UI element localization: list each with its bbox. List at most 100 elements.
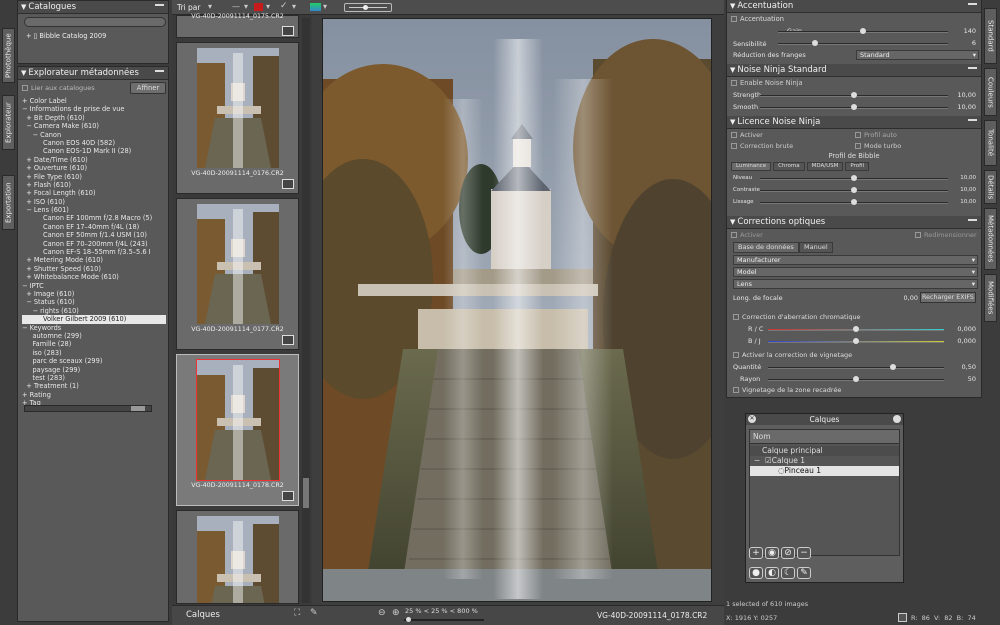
panel-pin-icon[interactable] bbox=[155, 4, 164, 10]
tab-explorateur[interactable]: Explorateur bbox=[2, 95, 15, 150]
noise-standard-header[interactable]: ▼ Noise Ninja Standard bbox=[727, 64, 981, 77]
tab-details[interactable]: Détails bbox=[984, 170, 997, 204]
ca-check[interactable]: Correction d'aberration chromatique bbox=[733, 313, 861, 321]
tree-item[interactable]: − Status (610) bbox=[22, 298, 166, 306]
bj-slider[interactable] bbox=[768, 338, 944, 344]
thumbnail-card[interactable]: VG-40D-20091114_0175.CR2 bbox=[176, 13, 299, 38]
catalogue-search-input[interactable] bbox=[24, 17, 166, 27]
slider-knob[interactable] bbox=[851, 175, 857, 181]
dropdown-icon[interactable]: ▾ bbox=[244, 2, 248, 11]
rgb-icon[interactable] bbox=[310, 3, 321, 11]
tree-item[interactable]: Volker Gilbert 2009 (610) bbox=[22, 315, 166, 324]
zoom-slider[interactable] bbox=[404, 617, 484, 622]
thumbnail-card[interactable]: VG-40D-20091114_0177.CR2 bbox=[176, 198, 299, 350]
scrollbar-thumb[interactable] bbox=[131, 406, 145, 411]
slider-knob[interactable] bbox=[853, 326, 859, 332]
slider-knob[interactable] bbox=[363, 5, 368, 10]
pen-icon[interactable]: ✎ bbox=[310, 608, 318, 618]
sort-label[interactable]: Tri par bbox=[177, 3, 200, 12]
rc-slider[interactable] bbox=[768, 326, 944, 332]
noise-row-slider[interactable] bbox=[760, 187, 948, 193]
tree-item[interactable]: − Canon bbox=[22, 131, 166, 139]
panel-pin-icon[interactable] bbox=[968, 3, 977, 9]
dropdown-icon[interactable]: ▾ bbox=[323, 2, 327, 11]
brush-tool-icon[interactable]: ✎ bbox=[797, 567, 811, 579]
tree-item[interactable]: − rights (610) bbox=[22, 307, 166, 315]
panel-pin-icon[interactable] bbox=[968, 119, 977, 125]
thumb-image[interactable] bbox=[197, 204, 279, 324]
tree-item[interactable]: Famille (28) bbox=[22, 340, 166, 348]
layers-title[interactable]: Calques bbox=[746, 414, 903, 425]
check-icon[interactable]: ✓ bbox=[280, 1, 288, 11]
tree-item[interactable]: + Bit Depth (610) bbox=[22, 114, 166, 122]
tab-metadonnees[interactable]: Métadonnées bbox=[984, 208, 997, 270]
fill-tool-icon[interactable]: ◐ bbox=[765, 567, 779, 579]
tree-item[interactable]: Canon EF 50mm f/1.4 USM (10) bbox=[22, 231, 166, 239]
main-photo[interactable] bbox=[322, 18, 712, 602]
tab-standard[interactable]: Standard bbox=[984, 8, 997, 64]
tree-item[interactable]: + Rating bbox=[22, 391, 166, 399]
sensitivity-slider[interactable] bbox=[778, 40, 948, 46]
panel-pin-icon[interactable] bbox=[155, 70, 164, 76]
tree-item[interactable]: paysage (299) bbox=[22, 366, 166, 374]
layers-tab[interactable]: Calques bbox=[186, 610, 220, 620]
panel-pin-icon[interactable] bbox=[968, 67, 977, 73]
thumb-image[interactable] bbox=[197, 48, 279, 168]
quantity-slider[interactable] bbox=[768, 364, 944, 370]
fit-icon[interactable]: ⛶ bbox=[294, 608, 300, 618]
tree-item[interactable]: Canon EOS 40D (582) bbox=[22, 139, 166, 147]
tab-exportation[interactable]: Exportation bbox=[2, 175, 15, 230]
tree-item[interactable]: + Image (610) bbox=[22, 290, 166, 298]
layer-brush[interactable]: ◌Pinceau 1 bbox=[750, 466, 899, 476]
duplicate-layer-icon[interactable]: ⊘ bbox=[781, 547, 795, 559]
raw-correction[interactable]: Correction brute bbox=[731, 142, 793, 150]
tree-item[interactable]: + Flash (610) bbox=[22, 181, 166, 189]
noise-tab[interactable]: Profil bbox=[845, 162, 870, 171]
collapse-icon[interactable]: ▼ bbox=[730, 2, 735, 10]
tree-item[interactable]: − Camera Make (610) bbox=[22, 122, 166, 130]
noise-enable[interactable]: Enable Noise Ninja bbox=[731, 79, 803, 87]
tree-item[interactable]: + Color Label bbox=[22, 97, 166, 105]
slider-knob[interactable] bbox=[853, 338, 859, 344]
tab-manual[interactable]: Manuel bbox=[799, 242, 833, 253]
focal-value[interactable]: 0,00 bbox=[890, 294, 918, 302]
slider-knob[interactable] bbox=[851, 199, 857, 205]
tree-item[interactable]: + Date/Time (610) bbox=[22, 156, 166, 164]
slider-knob[interactable] bbox=[851, 187, 857, 193]
crop-vignetting-check[interactable]: Vignetage de la zone recadrée bbox=[733, 386, 841, 394]
tree-item[interactable]: iso (283) bbox=[22, 349, 166, 357]
noise-row-slider[interactable] bbox=[760, 199, 948, 205]
add-layer-icon[interactable]: + bbox=[749, 547, 763, 559]
dropdown-icon[interactable]: ▾ bbox=[292, 2, 296, 11]
tree-item[interactable]: + ISO (610) bbox=[22, 198, 166, 206]
slider-knob[interactable] bbox=[851, 104, 857, 110]
collapse-icon[interactable]: ▼ bbox=[21, 69, 26, 77]
tree-item[interactable]: − Informations de prise de vue bbox=[22, 105, 166, 113]
filmstrip-scrollbar[interactable] bbox=[302, 18, 310, 603]
tree-item[interactable]: + Shutter Speed (610) bbox=[22, 265, 166, 273]
optics-activate[interactable]: Activer bbox=[731, 231, 763, 239]
thumb-image[interactable] bbox=[196, 359, 280, 481]
tree-item[interactable]: Canon EF 17–40mm f/4L (18) bbox=[22, 223, 166, 231]
tree-item[interactable]: + Treatment (1) bbox=[22, 382, 166, 390]
radius-slider[interactable] bbox=[768, 376, 944, 382]
thumbnail-card[interactable] bbox=[176, 510, 299, 604]
reload-exif-button[interactable]: Recharger EXIFS bbox=[920, 292, 976, 303]
catalogues-header[interactable]: ▼ Catalogues bbox=[18, 1, 168, 14]
tree-item[interactable]: parc de sceaux (299) bbox=[22, 357, 166, 365]
tree-item[interactable]: Canon EOS-1D Mark II (28) bbox=[22, 147, 166, 155]
add-mask-icon[interactable]: ◉ bbox=[765, 547, 779, 559]
circle-tool-icon[interactable]: ● bbox=[749, 567, 763, 579]
tree-item[interactable]: − Keywords bbox=[22, 324, 166, 332]
tree-item[interactable]: + Metering Mode (610) bbox=[22, 256, 166, 264]
tree-item[interactable]: Canon EF 100mm f/2.8 Macro (5) bbox=[22, 214, 166, 222]
zoom-out-icon[interactable]: ⊖ bbox=[378, 608, 386, 618]
tab-phototheque[interactable]: Photothèque bbox=[2, 28, 15, 83]
noise-tab[interactable]: MDA/USM bbox=[806, 162, 844, 171]
tree-item[interactable]: + File Type (610) bbox=[22, 173, 166, 181]
maximize-icon[interactable] bbox=[893, 415, 901, 423]
tree-scrollbar[interactable] bbox=[24, 405, 152, 412]
layer-main[interactable]: Calque principal bbox=[750, 446, 899, 456]
link-catalogues-checkbox[interactable]: Lier aux catalogues bbox=[22, 84, 95, 92]
strength-slider[interactable] bbox=[760, 92, 948, 98]
